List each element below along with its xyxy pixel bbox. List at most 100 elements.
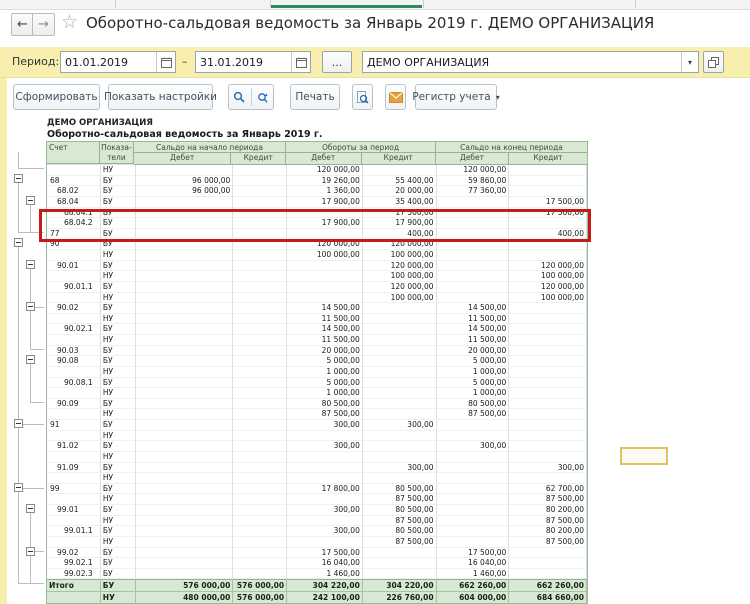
table-row[interactable]: НУ100 000,00100 000,00 xyxy=(47,271,587,282)
table-row[interactable]: НУ xyxy=(47,431,587,442)
table-row[interactable]: НУ100 000,00100 000,00 xyxy=(47,293,587,304)
value-cell[interactable]: 100 000,00 xyxy=(363,293,437,304)
value-cell[interactable]: 14 500,00 xyxy=(437,324,510,335)
value-cell[interactable]: 1 000,00 xyxy=(437,388,510,399)
value-cell[interactable] xyxy=(233,239,287,250)
back-button[interactable]: ← xyxy=(11,13,34,36)
value-cell[interactable]: 87 500,00 xyxy=(363,537,437,548)
indicator-cell[interactable]: НУ xyxy=(101,388,136,399)
value-cell[interactable] xyxy=(437,261,510,272)
account-cell[interactable]: 68.04.2 xyxy=(47,218,101,229)
value-cell[interactable] xyxy=(233,271,287,282)
search-next-icon[interactable] xyxy=(252,91,274,104)
organization-choose-button[interactable] xyxy=(703,51,724,73)
period-from-value[interactable]: 01.01.2019 xyxy=(61,56,156,69)
value-cell[interactable]: 77 360,00 xyxy=(437,186,510,197)
value-cell[interactable] xyxy=(437,516,510,527)
value-cell[interactable]: 16 040,00 xyxy=(437,558,510,569)
table-row[interactable]: НУ xyxy=(47,452,587,463)
value-cell[interactable] xyxy=(363,335,437,346)
generate-button[interactable]: Сформировать xyxy=(13,84,100,110)
value-cell[interactable] xyxy=(136,463,234,474)
indicator-cell[interactable]: НУ xyxy=(101,431,136,442)
table-row[interactable]: 91БУ300,00300,00 xyxy=(47,420,587,431)
value-cell[interactable]: 662 260,00 xyxy=(437,579,510,591)
value-cell[interactable] xyxy=(136,335,234,346)
table-row[interactable]: НУ1 000,001 000,00 xyxy=(47,388,587,399)
value-cell[interactable]: 80 500,00 xyxy=(437,399,510,410)
value-cell[interactable]: 80 500,00 xyxy=(287,399,363,410)
value-cell[interactable] xyxy=(509,335,587,346)
value-cell[interactable]: 120 000,00 xyxy=(509,282,587,293)
value-cell[interactable] xyxy=(233,378,287,389)
table-row[interactable]: 99.02.1БУ16 040,0016 040,00 xyxy=(47,558,587,569)
value-cell[interactable]: 11 500,00 xyxy=(437,335,510,346)
indicator-cell[interactable]: БУ xyxy=(101,579,136,591)
account-cell[interactable]: 68.04 xyxy=(47,197,101,208)
value-cell[interactable] xyxy=(136,399,234,410)
indicator-cell[interactable]: НУ xyxy=(101,516,136,527)
value-cell[interactable] xyxy=(509,314,587,325)
indicator-cell[interactable]: БУ xyxy=(101,463,136,474)
value-cell[interactable] xyxy=(233,176,287,187)
value-cell[interactable]: 59 860,00 xyxy=(437,176,510,187)
indicator-cell[interactable]: БУ xyxy=(101,526,136,537)
value-cell[interactable] xyxy=(233,197,287,208)
indicator-cell[interactable]: БУ xyxy=(101,197,136,208)
value-cell[interactable]: 17 500,00 xyxy=(509,208,587,219)
account-cell[interactable] xyxy=(47,537,101,548)
collapse-group-icon[interactable] xyxy=(26,260,35,269)
value-cell[interactable] xyxy=(233,314,287,325)
value-cell[interactable] xyxy=(136,218,234,229)
value-cell[interactable]: 304 220,00 xyxy=(363,579,437,591)
indicator-cell[interactable]: НУ xyxy=(101,591,136,603)
table-row[interactable]: НУ87 500,0087 500,00 xyxy=(47,494,587,505)
indicator-cell[interactable]: НУ xyxy=(101,314,136,325)
value-cell[interactable]: 120 000,00 xyxy=(287,165,363,176)
total-row[interactable]: ИтогоБУ576 000,00576 000,00304 220,00304… xyxy=(47,579,587,591)
value-cell[interactable] xyxy=(363,378,437,389)
account-cell[interactable]: 90.02 xyxy=(47,303,101,314)
value-cell[interactable] xyxy=(287,271,363,282)
forward-button[interactable]: → xyxy=(32,13,55,36)
calendar-icon[interactable] xyxy=(291,52,310,72)
value-cell[interactable]: 11 500,00 xyxy=(287,335,363,346)
account-cell[interactable]: 99.01 xyxy=(47,505,101,516)
value-cell[interactable]: 62 700,00 xyxy=(509,484,587,495)
value-cell[interactable]: 17 900,00 xyxy=(287,197,363,208)
value-cell[interactable] xyxy=(136,431,234,442)
value-cell[interactable]: 300,00 xyxy=(363,420,437,431)
value-cell[interactable] xyxy=(136,356,234,367)
value-cell[interactable] xyxy=(287,282,363,293)
table-row[interactable]: 68.04.1БУ17 500,0017 500,00 xyxy=(47,208,587,219)
indicator-cell[interactable]: БУ xyxy=(101,282,136,293)
value-cell[interactable] xyxy=(509,346,587,357)
value-cell[interactable] xyxy=(233,431,287,442)
account-cell[interactable]: 99.02.3 xyxy=(47,569,101,580)
value-cell[interactable]: 120 000,00 xyxy=(363,282,437,293)
value-cell[interactable]: 19 260,00 xyxy=(287,176,363,187)
value-cell[interactable]: 604 000,00 xyxy=(437,591,510,603)
value-cell[interactable] xyxy=(136,537,234,548)
value-cell[interactable] xyxy=(136,505,234,516)
value-cell[interactable]: 87 500,00 xyxy=(509,537,587,548)
indicator-cell[interactable]: БУ xyxy=(101,399,136,410)
value-cell[interactable] xyxy=(233,537,287,548)
value-cell[interactable] xyxy=(233,569,287,580)
search-button-group[interactable] xyxy=(228,84,274,110)
table-row[interactable]: 90.01БУ120 000,00120 000,00 xyxy=(47,261,587,272)
value-cell[interactable] xyxy=(233,293,287,304)
value-cell[interactable]: 20 000,00 xyxy=(437,346,510,357)
account-cell[interactable]: 90.03 xyxy=(47,346,101,357)
table-row[interactable]: 90.01.1БУ120 000,00120 000,00 xyxy=(47,282,587,293)
account-cell[interactable]: 90.08 xyxy=(47,356,101,367)
account-cell[interactable] xyxy=(47,494,101,505)
account-cell[interactable]: 77 xyxy=(47,229,101,240)
value-cell[interactable] xyxy=(136,229,234,240)
account-cell[interactable]: 68.04.1 xyxy=(47,208,101,219)
value-cell[interactable] xyxy=(437,494,510,505)
table-row[interactable]: НУ87 500,0087 500,00 xyxy=(47,537,587,548)
account-cell[interactable]: 99.02.1 xyxy=(47,558,101,569)
value-cell[interactable]: 80 500,00 xyxy=(363,505,437,516)
value-cell[interactable] xyxy=(233,229,287,240)
